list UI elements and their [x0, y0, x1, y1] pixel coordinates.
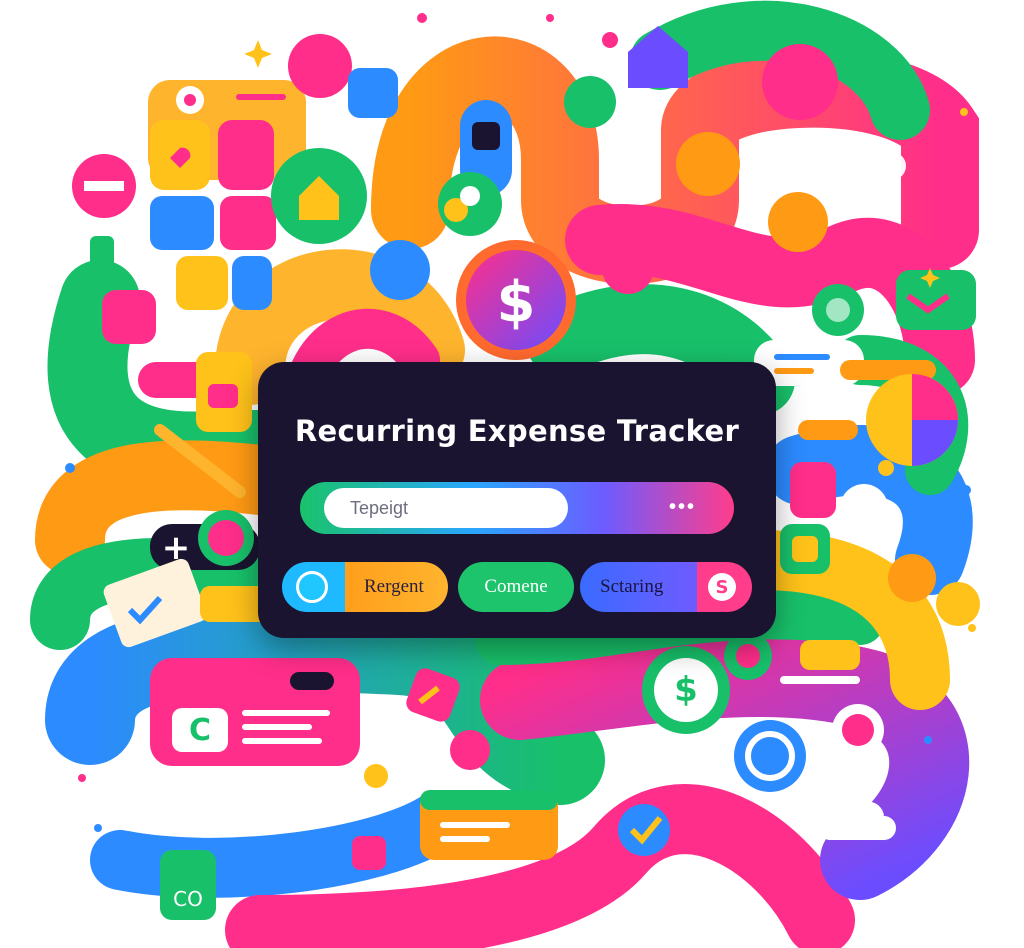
sort-icon[interactable]: S — [708, 573, 736, 601]
page-title: Recurring Expense Tracker — [294, 414, 740, 448]
expense-tracker-panel: Recurring Expense Tracker ••• Rergent Co… — [258, 362, 776, 638]
tab-recurrent[interactable]: Rergent — [282, 562, 448, 612]
tab-scheduling[interactable]: Sctaring S — [580, 562, 752, 612]
tab-complete[interactable]: Comene — [458, 562, 574, 612]
tab-scheduling-label: Sctaring — [600, 576, 664, 597]
recurrent-icon — [296, 571, 328, 603]
keypad-icon: CO — [173, 887, 203, 911]
dollar-coin-icon: $ — [496, 269, 536, 335]
card-category-icon: C — [188, 712, 212, 748]
dollar-badge-icon: $ — [674, 670, 698, 710]
more-options-icon[interactable]: ••• — [669, 496, 696, 519]
search-input[interactable] — [324, 488, 568, 528]
tab-recurrent-label: Rergent — [364, 576, 424, 597]
tab-complete-label: Comene — [484, 576, 548, 597]
plus-icon[interactable]: + — [156, 528, 196, 568]
search-bar: ••• — [300, 482, 734, 534]
